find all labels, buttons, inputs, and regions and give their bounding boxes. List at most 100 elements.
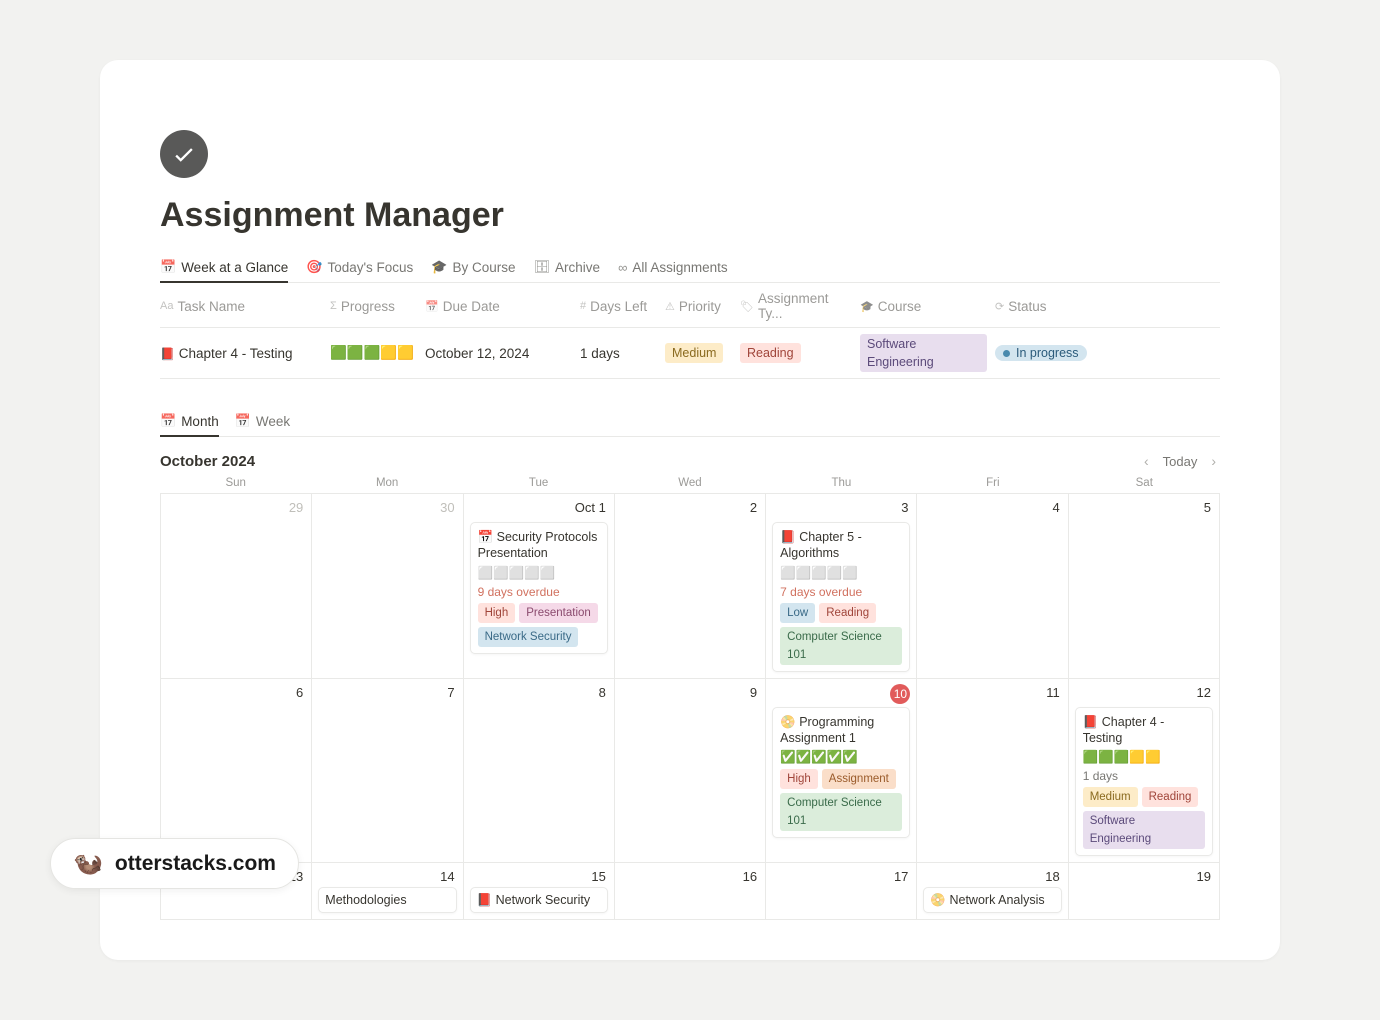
weekday: Wed xyxy=(614,477,765,489)
course-tag: Software Engineering xyxy=(1083,811,1205,849)
calendar-event[interactable]: 📀 Network Analysis xyxy=(923,887,1061,913)
calendar-cell[interactable]: 11 xyxy=(917,679,1068,864)
event-title: Methodologies xyxy=(325,893,406,907)
tab-month[interactable]: 📅 Month xyxy=(160,407,219,437)
day-number: 14 xyxy=(440,869,454,884)
cell-due-date: October 12, 2024 xyxy=(425,340,580,367)
calendar-cell[interactable]: 8 xyxy=(464,679,615,864)
graduation-icon: 🎓 xyxy=(860,300,874,313)
next-month-button[interactable]: › xyxy=(1207,451,1220,471)
col-progress[interactable]: ΣProgress xyxy=(330,293,425,320)
col-days-left[interactable]: #Days Left xyxy=(580,293,665,320)
calendar-cell[interactable]: Oct 1 📅 Security Protocols Presentation … xyxy=(464,494,615,679)
page-title: Assignment Manager xyxy=(160,196,1220,235)
calendar-event[interactable]: 📕 Chapter 5 - Algorithms ⬜⬜⬜⬜⬜ 7 days ov… xyxy=(772,522,910,672)
day-number: 3 xyxy=(901,500,908,515)
calendar-cell[interactable]: 5 xyxy=(1069,494,1220,679)
calendar-icon: 📅 xyxy=(478,530,494,544)
course-tag: Network Security xyxy=(478,627,579,647)
calendar-cell[interactable]: 16 xyxy=(615,863,766,920)
status-badge: In progress xyxy=(995,345,1087,361)
calendar-header: October 2024 ‹ Today › xyxy=(160,451,1220,471)
day-number: 5 xyxy=(1204,500,1211,515)
type-tag: Assignment xyxy=(822,769,896,789)
calendar-cell[interactable]: 12 📕 Chapter 4 - Testing 🟩🟩🟩🟨🟨 1 days Me… xyxy=(1069,679,1220,864)
calendar-cell[interactable]: 30 xyxy=(312,494,463,679)
calendar-grid: 29 30 Oct 1 📅 Security Protocols Present… xyxy=(160,493,1220,920)
target-icon: 🎯 xyxy=(306,259,322,275)
priority-tag: Medium xyxy=(665,343,723,363)
col-assignment-type[interactable]: 🏷Assignment Ty... xyxy=(740,285,860,327)
day-number: Oct 1 xyxy=(575,500,606,515)
calendar-event[interactable]: 📀 Programming Assignment 1 ✅✅✅✅✅ High As… xyxy=(772,707,910,839)
table-row[interactable]: 📕 Chapter 4 - Testing 🟩🟩🟩🟨🟨 October 12, … xyxy=(160,328,1220,379)
calendar-event[interactable]: 📅 Security Protocols Presentation ⬜⬜⬜⬜⬜ … xyxy=(470,522,608,654)
priority-tag: High xyxy=(478,603,516,623)
loader-icon: ⟳ xyxy=(995,300,1004,313)
calendar-cell[interactable]: 9 xyxy=(615,679,766,864)
calendar-cell[interactable]: 17 xyxy=(766,863,917,920)
tab-all-assignments[interactable]: ∞ All Assignments xyxy=(618,253,728,283)
calendar-cell[interactable]: 10 📀 Programming Assignment 1 ✅✅✅✅✅ High… xyxy=(766,679,917,864)
col-course[interactable]: 🎓Course xyxy=(860,293,995,320)
calendar-event[interactable]: Methodologies xyxy=(318,887,456,913)
day-number: 30 xyxy=(440,500,454,515)
weekday-header: Sun Mon Tue Wed Thu Fri Sat xyxy=(160,477,1220,489)
today-button[interactable]: Today xyxy=(1163,454,1198,469)
calendar-cell[interactable]: 7 xyxy=(312,679,463,864)
event-progress: 🟩🟩🟩🟨🟨 xyxy=(1083,750,1205,765)
tab-week-glance[interactable]: 📅 Week at a Glance xyxy=(160,253,288,283)
disc-icon: 📀 xyxy=(780,715,796,729)
day-number: 17 xyxy=(894,869,908,884)
event-title: Network Analysis xyxy=(949,893,1044,907)
priority-tag: Low xyxy=(780,603,815,623)
calendar-icon: 📅 xyxy=(160,413,176,429)
col-priority[interactable]: ⚠Priority xyxy=(665,293,740,320)
view-tabs: 📅 Week at a Glance 🎯 Today's Focus 🎓 By … xyxy=(160,253,1220,283)
app-card: Assignment Manager 📅 Week at a Glance 🎯 … xyxy=(100,60,1280,960)
book-icon: 📕 xyxy=(1083,715,1099,729)
calendar-event[interactable]: 📕 Chapter 4 - Testing 🟩🟩🟩🟨🟨 1 days Mediu… xyxy=(1075,707,1213,857)
col-status[interactable]: ⟳Status xyxy=(995,293,1220,320)
weekday: Sun xyxy=(160,477,311,489)
cell-type: Reading xyxy=(740,337,860,369)
tab-label: Month xyxy=(181,414,219,429)
tab-week[interactable]: 📅 Week xyxy=(235,407,290,437)
priority-tag: Medium xyxy=(1083,787,1138,807)
event-title: Security Protocols Presentation xyxy=(478,530,598,560)
infinity-icon: ∞ xyxy=(618,260,627,275)
calendar-cell[interactable]: 3 📕 Chapter 5 - Algorithms ⬜⬜⬜⬜⬜ 7 days … xyxy=(766,494,917,679)
cell-task-name: 📕 Chapter 4 - Testing xyxy=(160,340,330,367)
calendar-event[interactable]: 📕 Network Security xyxy=(470,887,608,913)
course-tag: Computer Science 101 xyxy=(780,793,902,831)
cell-priority: Medium xyxy=(665,337,740,369)
tag-icon: 🏷 xyxy=(740,300,754,313)
tab-label: Week xyxy=(256,414,290,429)
calendar-cell[interactable]: 6 xyxy=(161,679,312,864)
col-task-name[interactable]: AaTask Name xyxy=(160,293,330,320)
watermark-badge[interactable]: 🦦 otterstacks.com xyxy=(50,838,299,889)
day-number: 8 xyxy=(599,685,606,700)
calendar-cell[interactable]: 4 xyxy=(917,494,1068,679)
event-progress: ⬜⬜⬜⬜⬜ xyxy=(780,566,902,581)
event-progress: ⬜⬜⬜⬜⬜ xyxy=(478,566,600,581)
formula-icon: Σ xyxy=(330,300,337,312)
day-number: 4 xyxy=(1052,500,1059,515)
cell-days-left: 1 days xyxy=(580,340,665,367)
tab-by-course[interactable]: 🎓 By Course xyxy=(431,253,515,283)
graduation-icon: 🎓 xyxy=(431,259,447,275)
calendar-cell[interactable]: 19 xyxy=(1069,863,1220,920)
calendar-cell[interactable]: 14 Methodologies xyxy=(312,863,463,920)
tab-todays-focus[interactable]: 🎯 Today's Focus xyxy=(306,253,413,283)
calendar-cell[interactable]: 18 📀 Network Analysis xyxy=(917,863,1068,920)
weekday: Fri xyxy=(917,477,1068,489)
col-due-date[interactable]: 📅Due Date xyxy=(425,293,580,320)
tab-archive[interactable]: 🗄 Archive xyxy=(534,253,601,283)
prev-month-button[interactable]: ‹ xyxy=(1140,451,1153,471)
calendar-cell[interactable]: 15 📕 Network Security xyxy=(464,863,615,920)
calendar-cell[interactable]: 2 xyxy=(615,494,766,679)
book-icon: 📕 xyxy=(477,893,493,907)
type-tag: Presentation xyxy=(519,603,598,623)
calendar-cell[interactable]: 29 xyxy=(161,494,312,679)
number-icon: # xyxy=(580,300,586,312)
